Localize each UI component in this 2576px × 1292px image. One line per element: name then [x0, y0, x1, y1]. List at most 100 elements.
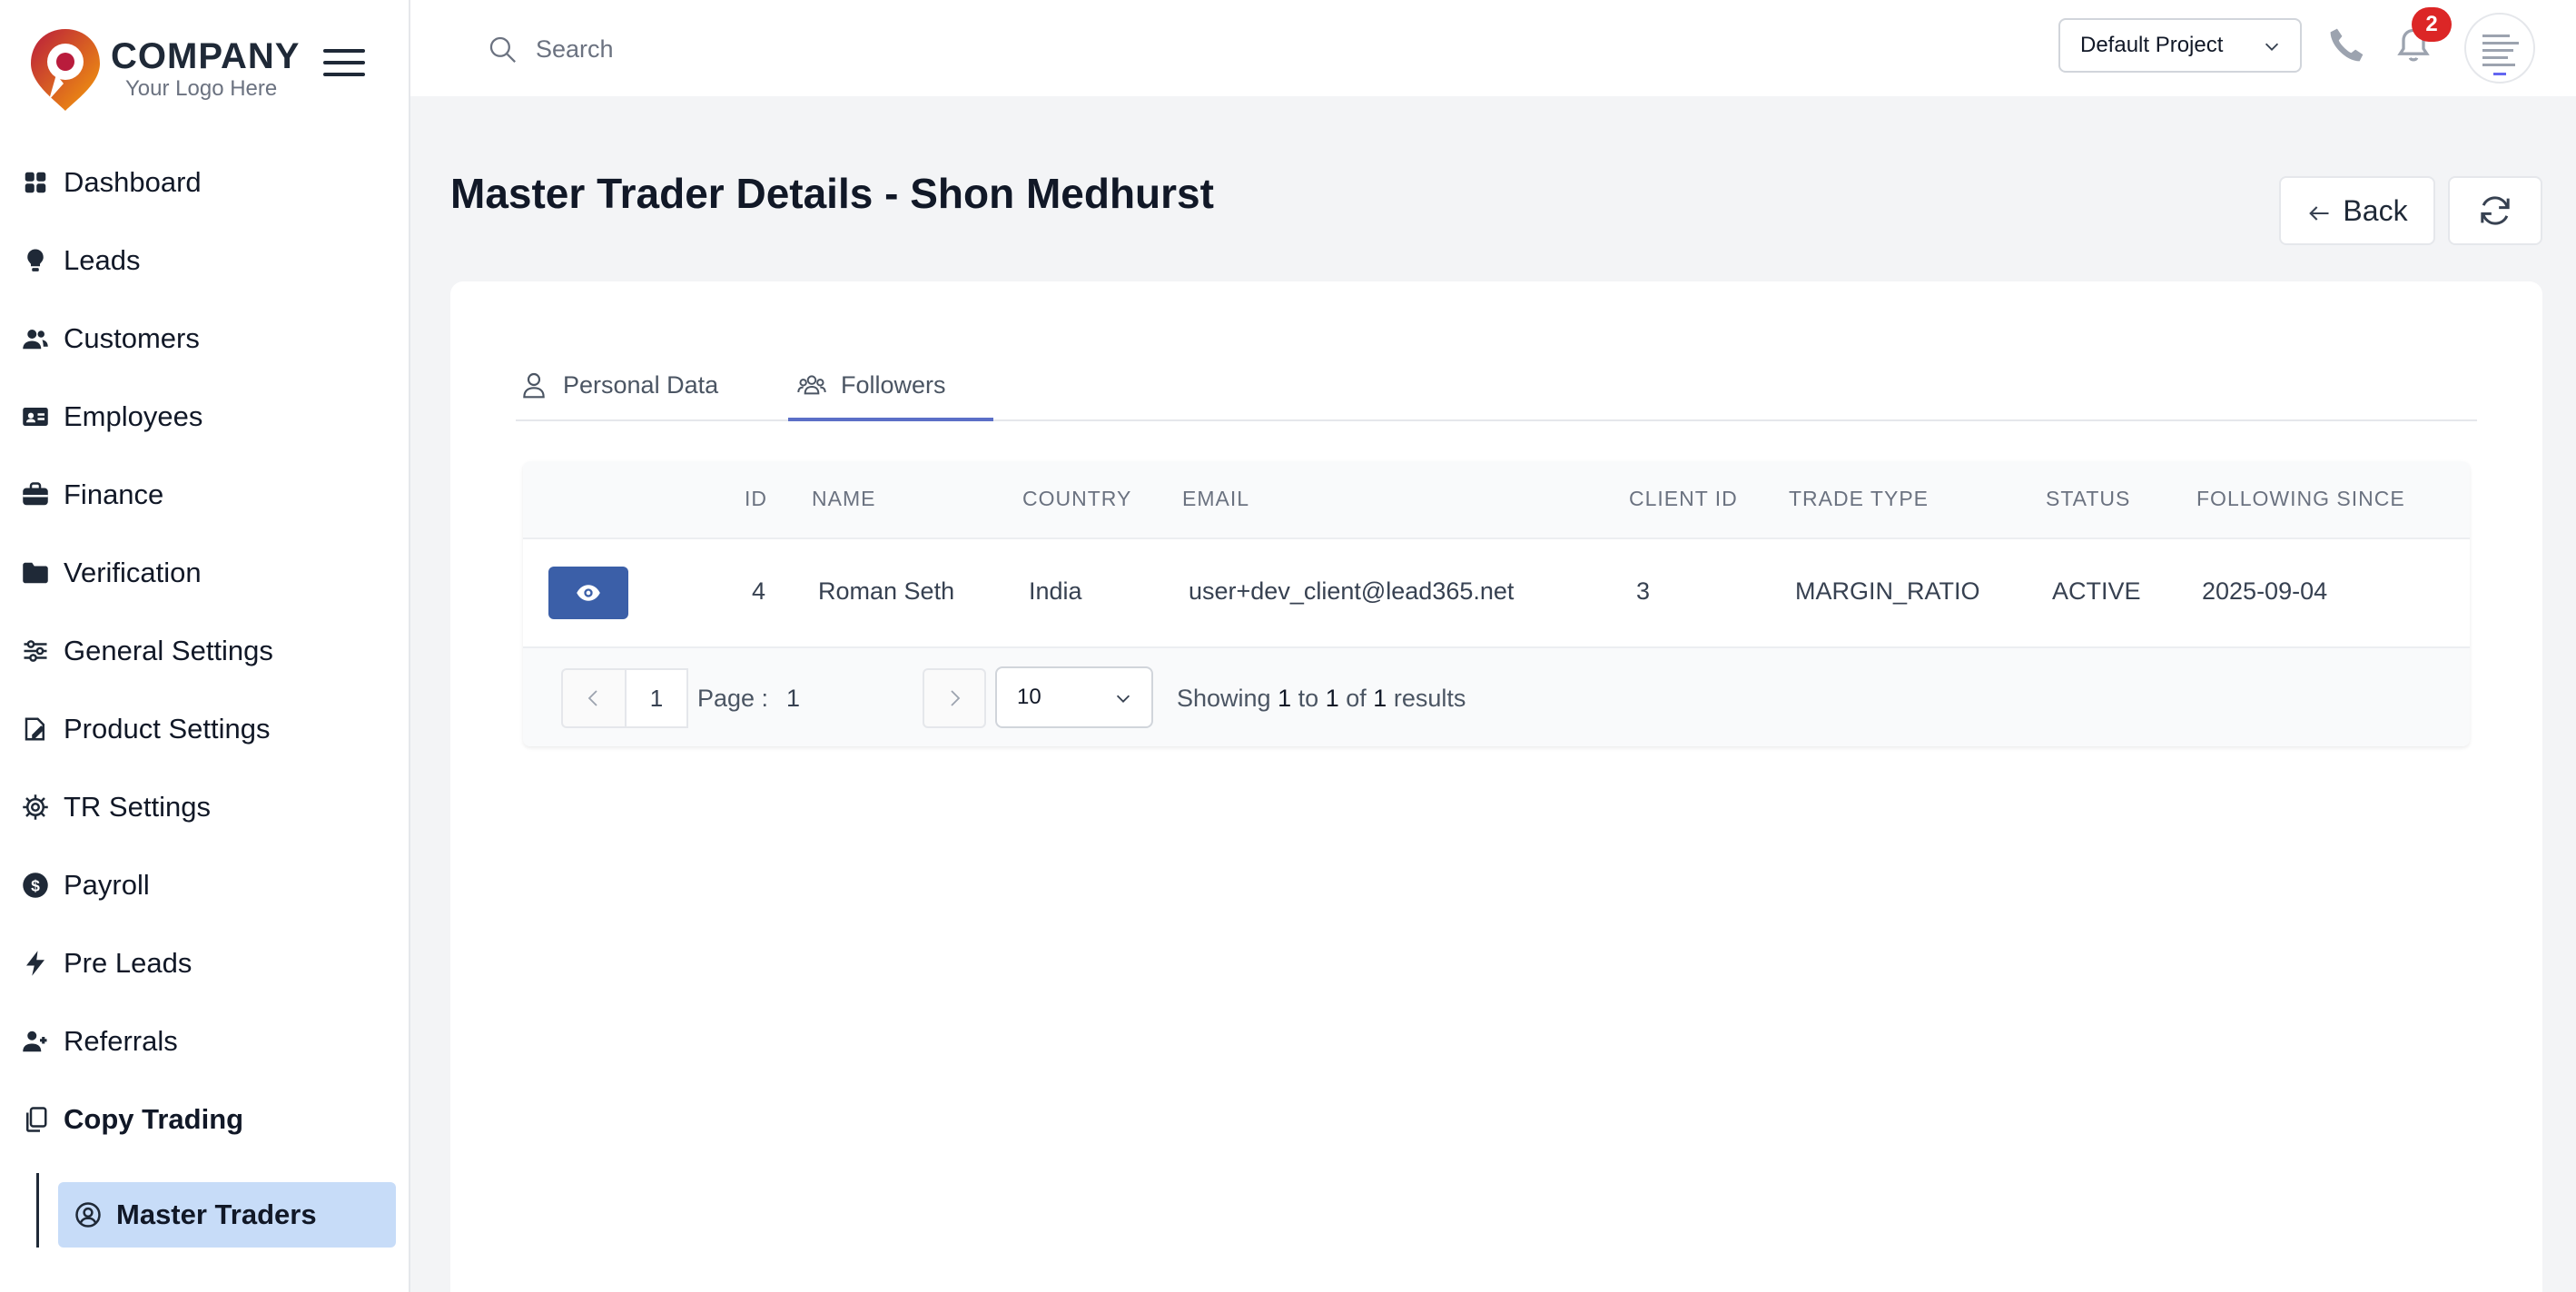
product-edit-icon [20, 714, 51, 745]
sliders-icon [20, 636, 51, 666]
top-bar: Default Project 2 [410, 0, 2576, 96]
column-header-following-since[interactable]: FOLLOWING SINCE [2196, 487, 2405, 511]
company-logo[interactable]: COMPANY Your Logo Here [29, 25, 301, 113]
sidebar-subitem-label: Master Traders [116, 1198, 317, 1230]
arrow-left-icon [2309, 206, 2329, 221]
user-outline-icon [523, 372, 545, 399]
brand-name: COMPANY [111, 36, 301, 76]
search-input[interactable] [536, 35, 990, 64]
active-tab-indicator [788, 418, 993, 421]
showing-word: Showing [1177, 685, 1271, 712]
followers-table: ID NAME COUNTRY EMAIL CLIENT ID TRADE TY… [523, 461, 2470, 746]
group-icon [797, 375, 826, 395]
column-header-client-id[interactable]: CLIENT ID [1629, 487, 1738, 511]
sidebar-item-label: Copy Trading [64, 1103, 244, 1135]
page-title: Master Trader Details - Shon Medhurst [450, 170, 1214, 217]
sidebar-item-dashboard[interactable]: Dashboard [0, 151, 409, 214]
phone-icon[interactable] [2326, 25, 2366, 65]
sidebar-item-master-traders[interactable]: Master Traders [58, 1182, 396, 1248]
to-word: to [1298, 685, 1319, 712]
column-header-country[interactable]: COUNTRY [1022, 487, 1131, 511]
results-word: results [1393, 685, 1466, 712]
page-size-select[interactable]: 10 [995, 666, 1153, 728]
tab-personal-data[interactable]: Personal Data [519, 349, 728, 421]
cell-following-since: 2025-09-04 [2202, 577, 2328, 605]
sidebar-item-pre-leads[interactable]: Pre Leads [0, 932, 409, 995]
sidebar-item-label: Employees [64, 400, 203, 432]
sidebar: COMPANY Your Logo Here Dashboard Leads C… [0, 0, 410, 1292]
chevron-right-icon [951, 690, 961, 706]
notification-badge: 2 [2412, 7, 2452, 42]
next-page-button[interactable] [923, 668, 986, 728]
sidebar-item-tr-settings[interactable]: TR Settings [0, 775, 409, 839]
dashboard-grid-icon [20, 167, 51, 198]
table-row: 4 Roman Seth India user+dev_client@lead3… [523, 539, 2470, 648]
column-header-email[interactable]: EMAIL [1182, 487, 1249, 511]
chevron-down-icon [2265, 43, 2279, 51]
column-header-status[interactable]: STATUS [2046, 487, 2130, 511]
column-header-name[interactable]: NAME [812, 487, 875, 511]
previous-page-button[interactable] [561, 668, 625, 728]
cell-country: India [1029, 577, 1082, 605]
project-select-value: Default Project [2080, 33, 2224, 57]
sidebar-item-copy-trading[interactable]: Copy Trading [0, 1088, 409, 1151]
sidebar-item-leads[interactable]: Leads [0, 229, 409, 292]
sidebar-item-label: TR Settings [64, 791, 211, 823]
subnav-indicator-line [36, 1173, 39, 1248]
sidebar-item-product-settings[interactable]: Product Settings [0, 697, 409, 761]
id-card-icon [20, 401, 51, 432]
avatar[interactable] [2464, 13, 2535, 84]
sidebar-item-verification[interactable]: Verification [0, 541, 409, 605]
results-to: 1 [1325, 685, 1339, 712]
logo-pin-icon [31, 29, 100, 111]
sidebar-item-label: Finance [64, 478, 164, 510]
page-input[interactable] [777, 668, 913, 728]
gear-icon [20, 792, 51, 823]
cell-id: 4 [752, 577, 766, 605]
sidebar-item-finance[interactable]: Finance [0, 463, 409, 527]
table-header: ID NAME COUNTRY EMAIL CLIENT ID TRADE TY… [523, 461, 2470, 539]
sidebar-item-label: Verification [64, 557, 202, 588]
tab-followers[interactable]: Followers [788, 349, 993, 421]
sidebar-item-referrals[interactable]: Referrals [0, 1010, 409, 1073]
menu-toggle-icon[interactable] [323, 47, 365, 78]
back-button-label: Back [2343, 193, 2408, 227]
svg-text:$: $ [31, 876, 40, 894]
user-plus-icon [20, 1026, 51, 1057]
column-header-id[interactable]: ID [745, 487, 767, 511]
bolt-icon [20, 948, 51, 979]
sidebar-item-label: Dashboard [64, 166, 202, 198]
briefcase-icon [20, 479, 51, 510]
column-header-trade-type[interactable]: TRADE TYPE [1789, 487, 1929, 511]
sidebar-item-label: General Settings [64, 635, 273, 666]
back-button[interactable]: Back [2279, 176, 2435, 245]
sidebar-item-general-settings[interactable]: General Settings [0, 619, 409, 683]
users-icon [20, 323, 51, 354]
project-select[interactable]: Default Project [2058, 18, 2302, 73]
page-size-value: 10 [1017, 685, 1041, 709]
tab-bar: Personal Data Followers [516, 349, 2477, 421]
sidebar-item-employees[interactable]: Employees [0, 385, 409, 449]
view-button[interactable] [548, 567, 628, 619]
sidebar-item-label: Customers [64, 322, 200, 354]
search-icon [489, 36, 516, 63]
of-word: of [1346, 685, 1367, 712]
brand-tagline: Your Logo Here [125, 76, 278, 101]
tab-label: Personal Data [563, 370, 719, 399]
cell-status: ACTIVE [2052, 577, 2141, 605]
page-number-button[interactable]: 1 [625, 668, 688, 728]
sidebar-item-label: Leads [64, 244, 141, 276]
tab-label: Followers [841, 370, 946, 399]
cell-trade-type: MARGIN_RATIO [1795, 577, 1980, 605]
copy-icon [20, 1104, 51, 1135]
lightbulb-icon [20, 245, 51, 276]
pagination: 1 Page : 10 Showing 1 to 1 of 1 results [523, 648, 2470, 746]
search-box[interactable] [487, 25, 1031, 73]
sidebar-item-customers[interactable]: Customers [0, 307, 409, 370]
cell-email: user+dev_client@lead365.net [1189, 577, 1515, 605]
refresh-button[interactable] [2448, 176, 2542, 245]
eye-icon [577, 585, 600, 601]
details-card: Personal Data Followers ID NAME COUNTRY … [450, 281, 2542, 1292]
sidebar-item-label: Payroll [64, 869, 150, 901]
sidebar-item-payroll[interactable]: $ Payroll [0, 853, 409, 917]
